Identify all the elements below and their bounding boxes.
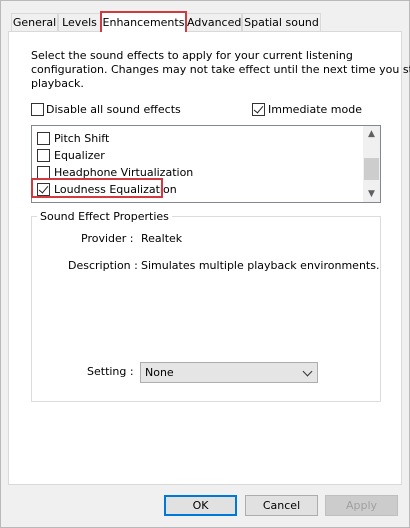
apply-button[interactable]: Apply — [325, 495, 398, 516]
description-value: Simulates multiple playback environments… — [141, 259, 380, 272]
pitch-shift-checkbox[interactable] — [37, 132, 50, 145]
list-item-label: Loudness Equalization — [54, 183, 177, 196]
list-item[interactable]: Headphone Virtualization — [32, 165, 362, 181]
list-item[interactable]: Loudness Equalization — [32, 182, 362, 198]
provider-value: Realtek — [141, 232, 183, 245]
description-label: Description : — [68, 259, 138, 272]
provider-label: Provider : — [81, 232, 134, 245]
list-item-label: Pitch Shift — [54, 132, 110, 145]
disable-all-label[interactable]: Disable all sound effects — [46, 103, 181, 116]
tab-levels[interactable]: Levels — [58, 13, 101, 31]
equalizer-checkbox[interactable] — [37, 149, 50, 162]
tab-spatial-sound[interactable]: Spatial sound — [242, 13, 321, 31]
tab-enhancements[interactable]: Enhancements — [100, 11, 187, 32]
description-line-3: playback. — [31, 77, 84, 90]
ok-button[interactable]: OK — [164, 495, 237, 516]
list-scrollbar[interactable]: ▲ ▼ — [363, 126, 380, 202]
immediate-mode-checkbox[interactable] — [252, 103, 265, 116]
effects-list[interactable]: Pitch Shift Equalizer Headphone Virtuali… — [31, 125, 381, 203]
disable-all-checkbox[interactable] — [31, 103, 44, 116]
immediate-mode-label[interactable]: Immediate mode — [268, 103, 362, 116]
chevron-down-icon — [302, 366, 313, 377]
properties-group-title: Sound Effect Properties — [37, 210, 172, 223]
list-item-label: Headphone Virtualization — [54, 166, 194, 179]
setting-value: None — [145, 366, 174, 379]
list-item[interactable]: Pitch Shift — [32, 131, 362, 147]
cancel-button[interactable]: Cancel — [245, 495, 318, 516]
setting-label: Setting : — [87, 365, 134, 378]
list-item[interactable]: Equalizer — [32, 148, 362, 164]
scroll-thumb[interactable] — [364, 158, 379, 180]
loudness-equalization-checkbox[interactable] — [37, 183, 50, 196]
description-line-2: configuration. Changes may not take effe… — [31, 63, 410, 76]
description-line-1: Select the sound effects to apply for yo… — [31, 49, 353, 62]
scroll-down-icon[interactable]: ▼ — [363, 186, 380, 202]
scroll-up-icon[interactable]: ▲ — [363, 126, 380, 142]
list-item-label: Equalizer — [54, 149, 105, 162]
tab-general[interactable]: General — [11, 13, 58, 31]
headphone-virtualization-checkbox[interactable] — [37, 166, 50, 179]
setting-dropdown[interactable]: None — [140, 362, 318, 383]
tab-advanced[interactable]: Advanced — [186, 13, 242, 31]
